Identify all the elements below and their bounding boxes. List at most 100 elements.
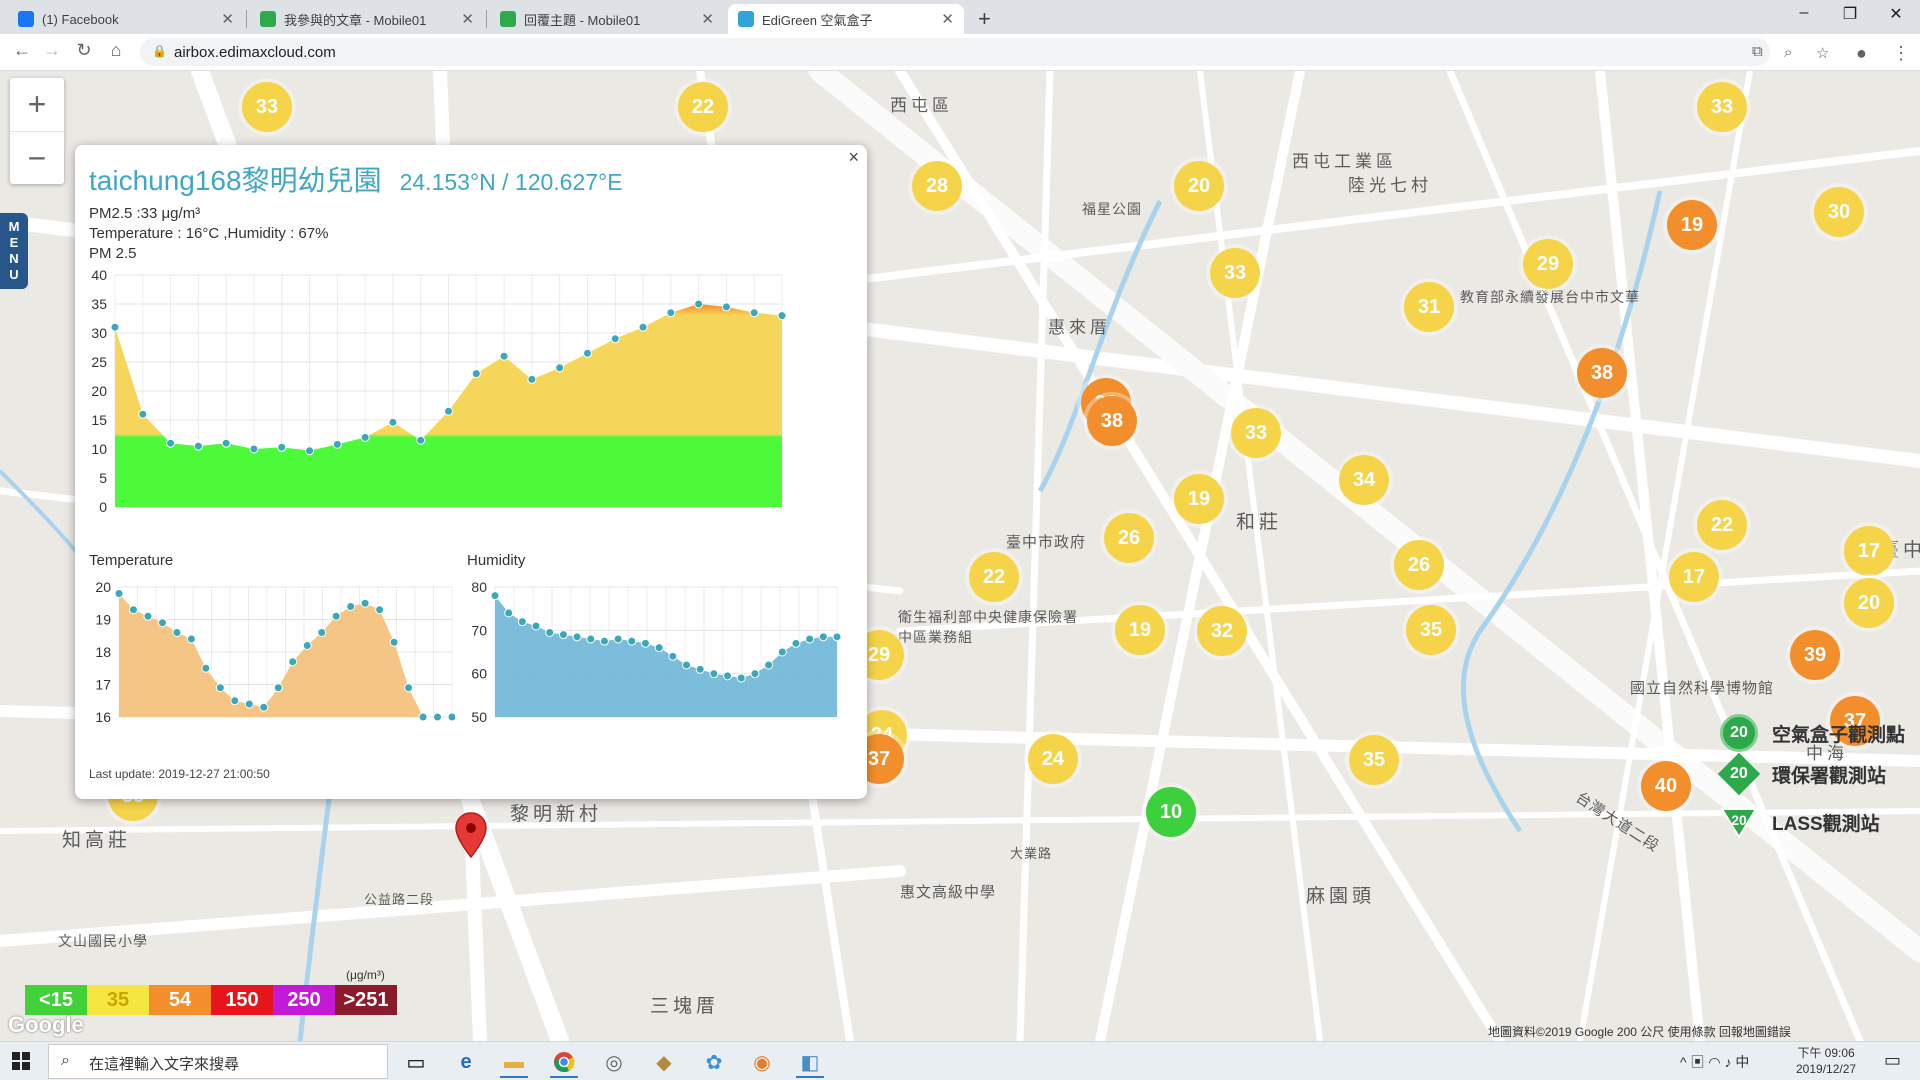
tab-facebook[interactable]: (1) Facebook ✕ [8, 4, 244, 34]
station-marker[interactable]: 20 [1174, 161, 1224, 211]
station-marker[interactable]: 33 [1697, 82, 1747, 132]
station-marker[interactable]: 17 [1669, 552, 1719, 602]
station-marker[interactable]: 17 [1844, 526, 1894, 576]
system-tray[interactable]: ^ ▣ ◠ ♪ 中 [1680, 1052, 1749, 1072]
station-marker[interactable]: 22 [678, 82, 728, 132]
pm25-chart: 051015202530354021010509131721 [91, 267, 787, 513]
data-point [157, 618, 167, 628]
map-label: 公益路二段 [364, 892, 435, 907]
aqi-level: <15 [25, 985, 87, 1015]
zoom-icon[interactable]: ⌕ [1784, 44, 1792, 61]
home-icon[interactable]: ⌂ [104, 40, 128, 61]
station-marker[interactable]: 31 [1404, 282, 1454, 332]
lock-icon[interactable]: 🔒 [152, 44, 167, 58]
reload-icon[interactable]: ↻ [72, 40, 96, 61]
window-close-button[interactable]: ✕ [1876, 4, 1916, 24]
station-marker[interactable]: 35 [1406, 605, 1456, 655]
station-marker[interactable]: 26 [1104, 513, 1154, 563]
station-marker[interactable]: 29 [1523, 239, 1573, 289]
map-label: 三塊厝 [650, 996, 720, 1017]
app-icon[interactable]: ◆ [650, 1048, 678, 1076]
taskbar-search-input[interactable]: ⌕ 在這裡輸入文字來搜尋 [48, 1044, 388, 1079]
url-input[interactable]: 🔒 airbox.edimaxcloud.com ⧉ [140, 38, 1770, 66]
map-label: 黎明新村 [510, 804, 603, 825]
station-marker[interactable]: 19 [1174, 474, 1224, 524]
map-attribution[interactable]: 地圖資料©2019 Google 200 公尺 使用條款 回報地圖錯誤 [1488, 1023, 1791, 1040]
zoom-in-button[interactable]: + [10, 78, 64, 132]
popup-close-button[interactable]: × [848, 147, 859, 168]
station-marker[interactable]: 22 [969, 552, 1019, 602]
station-marker[interactable]: 34 [1339, 455, 1389, 505]
new-tab-button[interactable]: + [978, 6, 991, 32]
blender-icon[interactable]: ◉ [748, 1048, 776, 1076]
station-marker[interactable]: 10 [1146, 787, 1196, 837]
minimize-button[interactable]: – [1784, 4, 1824, 22]
station-marker[interactable]: 40 [1641, 761, 1691, 811]
aqi-level: 250 [273, 985, 335, 1015]
restore-button[interactable]: ❐ [1830, 4, 1870, 24]
station-marker[interactable]: 28 [912, 161, 962, 211]
station-marker[interactable]: 24 [1028, 734, 1078, 784]
data-point [172, 628, 182, 637]
close-tab-icon[interactable]: ✕ [461, 10, 474, 28]
data-point [777, 647, 787, 657]
chrome-menu-icon[interactable]: ⋮ [1892, 43, 1910, 64]
station-marker[interactable]: 39 [1790, 630, 1840, 680]
station-marker[interactable]: 33 [242, 82, 292, 132]
data-point [709, 669, 719, 679]
close-tab-icon[interactable]: ✕ [221, 10, 234, 28]
data-point [305, 446, 315, 456]
station-marker[interactable]: 19 [1115, 605, 1165, 655]
station-marker[interactable]: 22 [1697, 500, 1747, 550]
station-marker[interactable]: 26 [1394, 540, 1444, 590]
task-view-icon[interactable]: ▭ [402, 1048, 430, 1076]
y-tick-label: 0 [99, 499, 107, 513]
translate-icon[interactable]: ⧉ [1752, 43, 1763, 60]
station-marker[interactable]: 19 [1667, 200, 1717, 250]
selected-location-pin-icon[interactable] [454, 811, 488, 859]
data-point [517, 617, 527, 627]
station-marker[interactable]: 33 [1231, 408, 1281, 458]
station-marker[interactable]: 38 [1087, 396, 1137, 446]
notification-icon[interactable]: ▭ [1884, 1050, 1901, 1071]
clock[interactable]: 下午 09:06 2019/12/27 [1796, 1045, 1856, 1077]
station-marker[interactable]: 35 [1349, 735, 1399, 785]
bookmark-star-icon[interactable]: ☆ [1816, 44, 1829, 62]
y-tick-label: 20 [95, 579, 111, 595]
data-point [143, 611, 153, 621]
windows-start-icon[interactable] [12, 1052, 30, 1070]
zoom-control: + − [10, 78, 64, 184]
map-label: 臺中市政府 [1006, 534, 1087, 551]
aqi-level: 35 [87, 985, 149, 1015]
temp-humidity-reading: Temperature : 16°C ,Humidity : 67% [89, 225, 329, 242]
data-point [114, 589, 124, 598]
zoom-out-button[interactable]: − [10, 132, 64, 185]
station-marker[interactable]: 20 [1844, 578, 1894, 628]
app-icon[interactable]: ◎ [600, 1048, 628, 1076]
search-icon: ⌕ [61, 1052, 70, 1069]
legend-unit: (μg/m³) [346, 968, 385, 982]
station-marker[interactable]: 30 [1814, 187, 1864, 237]
chrome-icon[interactable] [550, 1048, 578, 1078]
back-arrow-icon[interactable]: ← [10, 40, 34, 61]
file-explorer-icon[interactable]: ▬ [500, 1048, 528, 1078]
tab-mobile01-reply[interactable]: 回覆主題 - Mobile01 ✕ [490, 4, 724, 34]
app-icon[interactable]: ✿ [700, 1048, 728, 1076]
data-point [736, 673, 746, 683]
y-tick-label: 40 [91, 267, 107, 283]
data-point [666, 308, 676, 318]
station-marker[interactable]: 38 [1577, 348, 1627, 398]
legend-label: 空氣盒子觀測點 [1772, 724, 1906, 746]
tab-edigreen[interactable]: EdiGreen 空氣盒子 ✕ [728, 4, 964, 34]
profile-icon[interactable]: ● [1856, 43, 1867, 64]
station-marker[interactable]: 32 [1197, 606, 1247, 656]
close-tab-icon[interactable]: ✕ [701, 10, 714, 28]
edge-icon[interactable]: e [452, 1048, 480, 1076]
close-tab-icon[interactable]: ✕ [941, 10, 954, 28]
forward-arrow-icon[interactable]: → [40, 40, 64, 61]
tab-mobile01-articles[interactable]: 我參與的文章 - Mobile01 ✕ [250, 4, 484, 34]
menu-tab[interactable]: MENU [0, 213, 28, 289]
app-icon[interactable]: ◧ [796, 1048, 824, 1078]
station-marker[interactable]: 33 [1210, 248, 1260, 298]
address-bar-row: ← → ↻ ⌂ 🔒 airbox.edimaxcloud.com ⧉ ⌕ ☆ ●… [0, 34, 1920, 71]
